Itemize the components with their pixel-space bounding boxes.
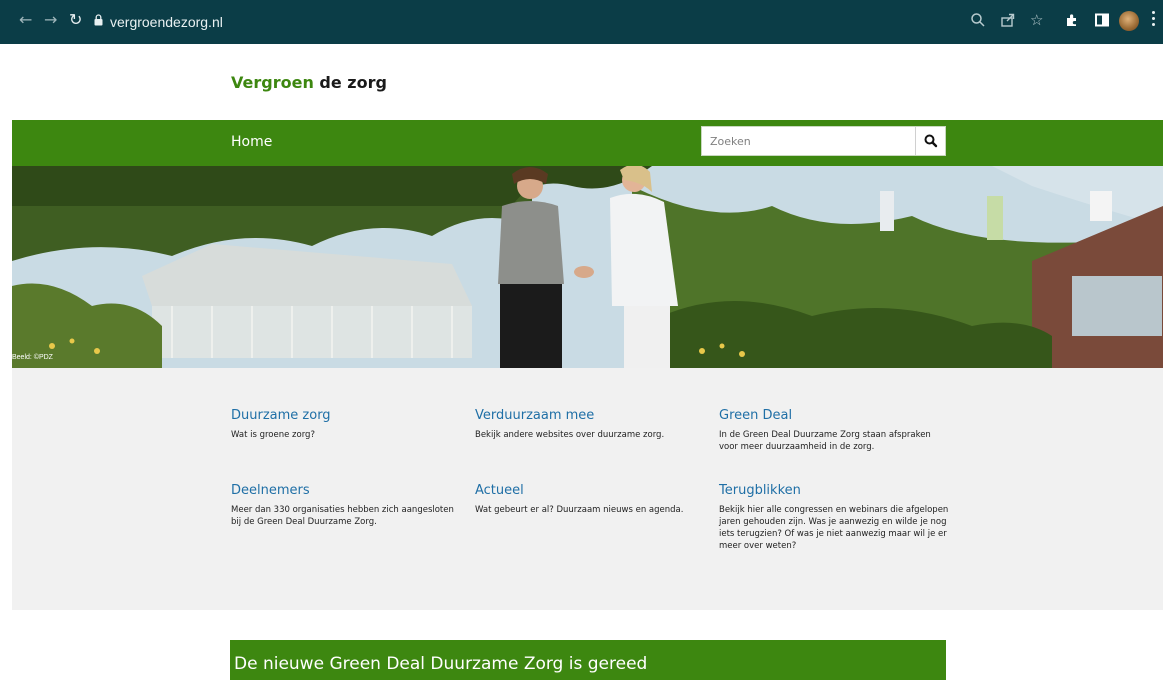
forward-arrow-icon[interactable]: → <box>44 12 57 28</box>
side-panel-icon[interactable] <box>1094 12 1110 28</box>
hero-image: Beeld: ©PDZ <box>12 166 1163 368</box>
tile-description: Wat gebeurt er al? Duurzaam nieuws en ag… <box>475 505 684 515</box>
bookmark-star-icon[interactable]: ☆ <box>1030 12 1043 28</box>
topics-section: Duurzame zorg Wat is groene zorg? Verduu… <box>12 368 1163 610</box>
brand-rest: de zorg <box>313 73 387 92</box>
extensions-icon[interactable] <box>1064 12 1080 28</box>
tile-terugblikken[interactable]: Terugblikken Bekijk hier alle congressen… <box>719 483 949 552</box>
browser-toolbar: ← → ↻ vergroendezorg.nl ☆ <box>0 0 1163 44</box>
news-banner[interactable]: De nieuwe Green Deal Duurzame Zorg is ge… <box>230 640 946 680</box>
banner-title[interactable]: De nieuwe Green Deal Duurzame Zorg is ge… <box>234 654 647 674</box>
share-icon[interactable] <box>1000 12 1016 28</box>
hero-photo-illustration <box>12 166 1163 368</box>
address-bar-url[interactable]: vergroendezorg.nl <box>110 14 223 30</box>
image-credit: Beeld: ©PDZ <box>12 354 53 361</box>
tile-description: Meer dan 330 organisaties hebben zich aa… <box>231 505 454 527</box>
tile-title[interactable]: Duurzame zorg <box>231 408 461 423</box>
profile-avatar[interactable] <box>1119 11 1139 31</box>
search-button[interactable] <box>915 127 945 155</box>
tile-description: Wat is groene zorg? <box>231 430 315 440</box>
search-form <box>701 126 946 156</box>
reload-icon[interactable]: ↻ <box>69 12 82 28</box>
site-logo[interactable]: Vergroen de zorg <box>231 73 387 92</box>
tile-deelnemers[interactable]: Deelnemers Meer dan 330 organisaties heb… <box>231 483 461 528</box>
tile-title[interactable]: Verduurzaam mee <box>475 408 705 423</box>
search-icon <box>924 134 938 148</box>
tile-title[interactable]: Actueel <box>475 483 705 498</box>
tile-title[interactable]: Deelnemers <box>231 483 461 498</box>
tile-actueel[interactable]: Actueel Wat gebeurt er al? Duurzaam nieu… <box>475 483 705 516</box>
nav-home-link[interactable]: Home <box>231 134 272 150</box>
main-navigation: Home <box>12 120 1163 166</box>
tile-description: In de Green Deal Duurzame Zorg staan afs… <box>719 430 931 452</box>
tile-title[interactable]: Terugblikken <box>719 483 949 498</box>
tile-description: Bekijk andere websites over duurzame zor… <box>475 430 665 440</box>
brand-green-word: Vergroen <box>231 73 314 92</box>
tile-verduurzaam-mee[interactable]: Verduurzaam mee Bekijk andere websites o… <box>475 408 705 441</box>
browser-menu-icon[interactable] <box>1152 11 1156 29</box>
lock-icon[interactable] <box>94 14 103 26</box>
search-input[interactable] <box>702 127 917 155</box>
tile-green-deal[interactable]: Green Deal In de Green Deal Duurzame Zor… <box>719 408 949 453</box>
tile-description: Bekijk hier alle congressen en webinars … <box>719 505 949 551</box>
back-arrow-icon[interactable]: ← <box>19 12 32 28</box>
zoom-icon[interactable] <box>970 12 986 28</box>
tile-title[interactable]: Green Deal <box>719 408 949 423</box>
tile-duurzame-zorg[interactable]: Duurzame zorg Wat is groene zorg? <box>231 408 461 441</box>
